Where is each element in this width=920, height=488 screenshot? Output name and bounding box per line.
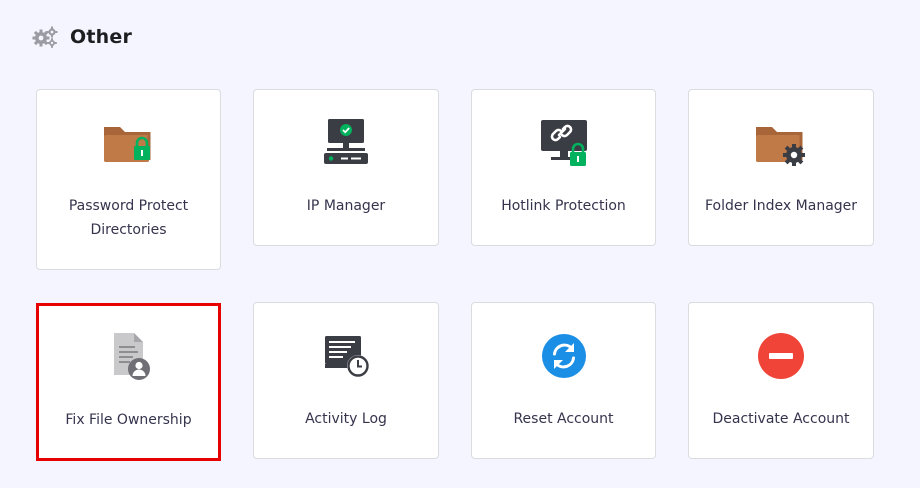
no-entry-icon [753,328,809,384]
file-user-icon [101,329,157,385]
reset-account-card[interactable]: Reset Account [471,302,656,459]
card-label: Folder Index Manager [704,198,858,214]
card-label: Password Protect Directories [68,198,189,238]
password-protect-directories-card[interactable]: Password Protect Directories [36,89,221,270]
card-label: Fix File Ownership [65,412,192,428]
card-label: Hotlink Protection [501,198,626,214]
folder-index-manager-card[interactable]: Folder Index Manager [688,89,874,246]
card-label: Reset Account [513,411,614,427]
refresh-icon [536,328,592,384]
folder-gear-icon [753,115,809,171]
deactivate-account-card[interactable]: Deactivate Account [688,302,874,459]
card-label: Activity Log [305,411,387,427]
card-label: Deactivate Account [712,411,850,427]
section-title: Other [70,26,133,48]
log-clock-icon [318,328,374,384]
fix-file-ownership-card[interactable]: Fix File Ownership [36,303,221,461]
card-label: IP Manager [306,198,386,214]
ip-monitor-icon [318,115,374,171]
hotlink-protection-card[interactable]: Hotlink Protection [471,89,656,246]
ip-manager-card[interactable]: IP Manager [253,89,439,246]
folder-lock-icon [101,115,157,171]
activity-log-card[interactable]: Activity Log [253,302,439,459]
section-header: Other [32,24,132,50]
monitor-link-lock-icon [536,115,592,171]
gears-icon [32,26,58,48]
